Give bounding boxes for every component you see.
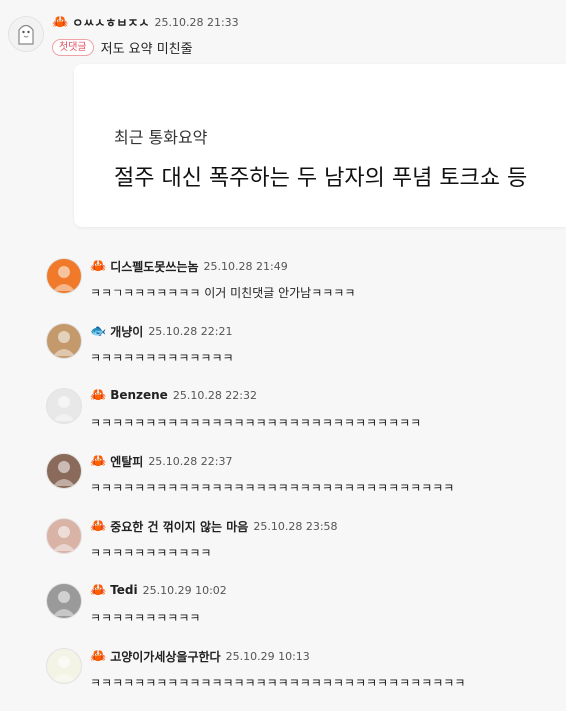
card-title: 절주 대신 폭주하는 두 남자의 푸념 토크쇼 등 <box>114 166 528 191</box>
crab-icon: 🦀 <box>90 649 107 664</box>
reply-meta: 🦀 Benzene 25.10.28 22:32 <box>90 388 257 402</box>
crab-icon: 🦀 <box>90 582 107 598</box>
reply-item: 🐟 개냥이 25.10.28 22:21 ㅋㅋㅋㅋㅋㅋㅋㅋㅋㅋㅋㅋㅋ <box>0 323 566 383</box>
reply-text: ㅋㅋㅋㅋㅋㅋㅋㅋㅋㅋㅋㅋㅋㅋㅋㅋㅋㅋㅋㅋㅋㅋㅋㅋㅋㅋㅋㅋㅋㅋㅋㅋㅋ <box>90 481 455 495</box>
reply-text: ㅋㅋㅋㅋㅋㅋㅋㅋㅋㅋㅋㅋㅋ <box>90 351 234 365</box>
call-summary-card: 최근 통화요약 절주 대신 폭주하는 두 남자의 푸념 토크쇼 등 <box>74 64 566 227</box>
user-avatar-icon <box>53 396 75 421</box>
reply-text: ㅋㅋㅋㅋㅋㅋㅋㅋㅋㅋㅋ <box>90 546 212 560</box>
timestamp: 25.10.28 23:58 <box>253 520 338 533</box>
crab-icon: 🦀 <box>52 15 69 30</box>
nickname[interactable]: 고양이가세상을구한다 <box>110 648 220 665</box>
user-avatar-icon <box>53 656 75 681</box>
nickname[interactable]: Tedi <box>110 583 137 597</box>
reply-text: ㅋㅋㅋㅋㅋㅋㅋㅋㅋㅋ <box>90 611 201 625</box>
crab-icon: 🦀 <box>90 519 107 534</box>
nickname[interactable]: ㅇㅆㅅㅎㅂㅈㅅ <box>72 14 149 31</box>
card-subtitle: 최근 통화요약 <box>114 128 208 147</box>
reply-text: ㅋㅋㅋㅋㅋㅋㅋㅋㅋㅋㅋㅋㅋㅋㅋㅋㅋㅋㅋㅋㅋㅋㅋㅋㅋㅋㅋㅋㅋㅋ <box>90 416 422 430</box>
reply-meta: 🐟 개냥이 25.10.28 22:21 <box>90 323 233 340</box>
user-avatar-icon <box>53 266 75 291</box>
user-avatar-icon <box>53 591 75 616</box>
comment-text: 저도 요약 미친줄 <box>100 42 193 57</box>
timestamp: 25.10.28 22:37 <box>148 455 233 468</box>
first-comment-badge: 첫댓글 <box>52 39 94 56</box>
top-comment: 🦀 ㅇㅆㅅㅎㅂㅈㅅ 25.10.28 21:33 첫댓글 저도 요약 미친줄 <box>0 0 566 60</box>
reply-item: 🦀 디스펠도못쓰는놈 25.10.28 21:49 ㅋㅋㄱㅋㅋㅋㅋㅋㅋㅋ 이거 미친댓… <box>0 258 566 318</box>
timestamp: 25.10.29 10:02 <box>142 583 227 597</box>
reply-item: 🦀 중요한 건 꺾이지 않는 마음 25.10.28 23:58 ㅋㅋㅋㅋㅋㅋㅋㅋㅋㅋ… <box>0 518 566 578</box>
avatar[interactable] <box>8 16 44 52</box>
crab-icon: 🦀 <box>90 454 107 469</box>
reply-meta: 🦀 중요한 건 꺾이지 않는 마음 25.10.28 23:58 <box>90 518 338 535</box>
crab-icon: 🦀 <box>90 259 107 274</box>
nickname[interactable]: 개냥이 <box>110 323 143 340</box>
user-avatar-icon <box>53 461 75 486</box>
crab-icon: 🦀 <box>90 387 107 403</box>
avatar[interactable] <box>46 518 82 554</box>
avatar[interactable] <box>46 388 82 424</box>
user-avatar-icon <box>53 526 75 551</box>
reply-text: ㅋㅋㄱㅋㅋㅋㅋㅋㅋㅋ 이거 미친댓글 안가남ㅋㅋㅋㅋ <box>90 286 356 300</box>
nickname[interactable]: 엔탈피 <box>110 453 143 470</box>
reply-item: 🦀 고양이가세상을구한다 25.10.29 10:13 ㅋㅋㅋㅋㅋㅋㅋㅋㅋㅋㅋㅋㅋㅋㅋ… <box>0 648 566 708</box>
reply-meta: 🦀 Tedi 25.10.29 10:02 <box>90 583 227 597</box>
avatar[interactable] <box>46 583 82 619</box>
reply-item: 🦀 Tedi 25.10.29 10:02 ㅋㅋㅋㅋㅋㅋㅋㅋㅋㅋ <box>0 583 566 643</box>
timestamp: 25.10.28 21:33 <box>154 16 239 29</box>
comment-meta: 🦀 ㅇㅆㅅㅎㅂㅈㅅ 25.10.28 21:33 <box>52 14 239 31</box>
avatar[interactable] <box>46 453 82 489</box>
nickname[interactable]: Benzene <box>110 388 168 402</box>
timestamp: 25.10.28 22:32 <box>172 388 258 402</box>
reply-meta: 🦀 디스펠도못쓰는놈 25.10.28 21:49 <box>90 258 288 275</box>
timestamp: 25.10.28 21:49 <box>203 260 288 273</box>
nickname[interactable]: 디스펠도못쓰는놈 <box>110 258 198 275</box>
avatar[interactable] <box>46 648 82 684</box>
comment-body-line: 첫댓글 저도 요약 미친줄 <box>52 38 193 57</box>
avatar[interactable] <box>46 258 82 294</box>
nickname[interactable]: 중요한 건 꺾이지 않는 마음 <box>110 518 248 535</box>
reply-item: 🦀 Benzene 25.10.28 22:32 ㅋㅋㅋㅋㅋㅋㅋㅋㅋㅋㅋㅋㅋㅋㅋㅋㅋㅋ… <box>0 388 566 448</box>
reply-item: 🦀 엔탈피 25.10.28 22:37 ㅋㅋㅋㅋㅋㅋㅋㅋㅋㅋㅋㅋㅋㅋㅋㅋㅋㅋㅋㅋㅋㅋ… <box>0 453 566 513</box>
timestamp: 25.10.28 22:21 <box>148 325 233 338</box>
avatar[interactable] <box>46 323 82 359</box>
user-avatar-icon <box>53 331 75 356</box>
timestamp: 25.10.29 10:13 <box>225 650 310 663</box>
reply-meta: 🦀 고양이가세상을구한다 25.10.29 10:13 <box>90 648 310 665</box>
user-avatar-icon <box>9 17 43 51</box>
fish-icon: 🐟 <box>90 324 107 339</box>
reply-meta: 🦀 엔탈피 25.10.28 22:37 <box>90 453 233 470</box>
reply-text: ㅋㅋㅋㅋㅋㅋㅋㅋㅋㅋㅋㅋㅋㅋㅋㅋㅋㅋㅋㅋㅋㅋㅋㅋㅋㅋㅋㅋㅋㅋㅋㅋㅋㅋ <box>90 676 466 690</box>
